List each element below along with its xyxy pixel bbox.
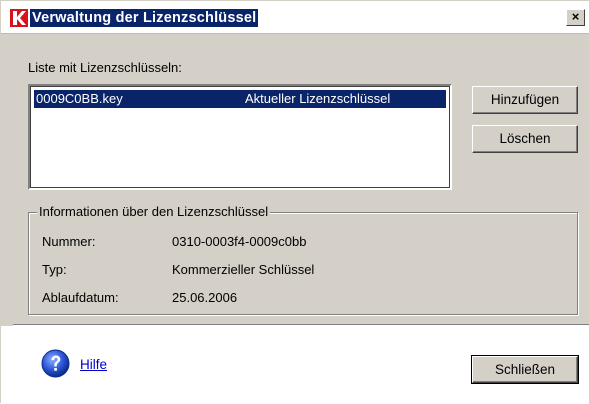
title-bar[interactable]: Verwaltung der Lizenzschlüssel ×	[1, 1, 589, 34]
close-icon: ×	[571, 9, 580, 24]
add-key-button[interactable]: Hinzufügen	[472, 86, 578, 114]
question-circle-icon[interactable]	[41, 349, 70, 378]
key-list-label: Liste mit Lizenzschlüsseln:	[28, 60, 182, 75]
window-title: Verwaltung der Lizenzschlüssel	[30, 9, 259, 27]
number-value: 0310-0003f4-0009c0bb	[172, 234, 307, 249]
expiry-label: Ablaufdatum:	[42, 290, 119, 305]
expiry-value: 25.06.2006	[172, 290, 238, 305]
delete-key-button[interactable]: Löschen	[472, 125, 578, 153]
list-item[interactable]: 0009C0BB.key Aktueller Lizenzschlüssel	[34, 90, 446, 108]
type-label: Typ:	[42, 262, 67, 277]
close-button[interactable]: Schließen	[471, 355, 579, 384]
key-status: Aktueller Lizenzschlüssel	[245, 91, 391, 106]
close-window-button[interactable]: ×	[566, 9, 585, 26]
help-link[interactable]: Hilfe	[80, 357, 107, 372]
key-info-group-title: Informationen über den Lizenzschlüssel	[37, 203, 271, 221]
kaspersky-k-icon	[10, 9, 28, 27]
key-file-name: 0009C0BB.key	[36, 91, 123, 106]
number-label: Nummer:	[42, 234, 96, 249]
license-key-listbox[interactable]: 0009C0BB.key Aktueller Lizenzschlüssel	[28, 84, 452, 190]
type-value: Kommerzieller Schlüssel	[172, 262, 315, 277]
license-dialog: Verwaltung der Lizenzschlüssel × Liste m…	[0, 0, 589, 404]
